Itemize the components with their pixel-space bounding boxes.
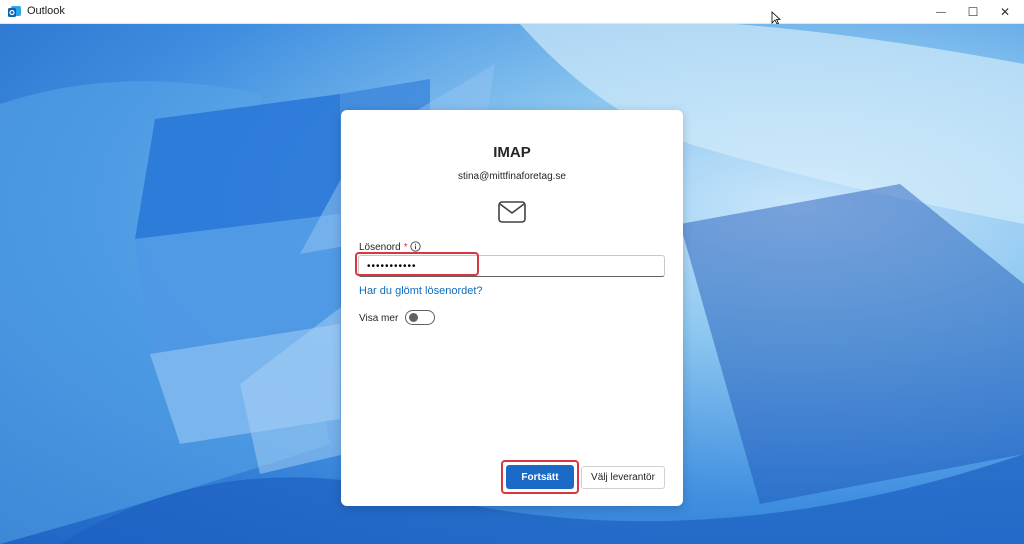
account-email: stina@mittfinaforetag.se — [458, 171, 566, 182]
outlook-app-icon — [8, 6, 21, 17]
show-more-label: Visa mer — [359, 313, 399, 324]
continue-highlight-box — [501, 460, 579, 494]
maximize-icon: ☐ — [967, 5, 979, 19]
mail-icon — [498, 201, 526, 223]
title-bar: Outlook — ☐ ✕ — [0, 0, 1024, 24]
mouse-cursor-icon — [771, 11, 781, 25]
dialog-title: IMAP — [493, 144, 531, 161]
maximize-button[interactable]: ☐ — [956, 0, 990, 24]
desktop-background: IMAP stina@mittfinaforetag.se Lösenord * … — [0, 24, 1024, 544]
password-highlight-box — [355, 252, 479, 276]
minimize-icon: — — [936, 6, 946, 18]
info-icon[interactable] — [410, 241, 421, 252]
toggle-knob — [409, 313, 418, 322]
close-icon: ✕ — [999, 5, 1011, 19]
minimize-button[interactable]: — — [924, 0, 958, 24]
choose-provider-button[interactable]: Välj leverantör — [581, 466, 665, 489]
app-title: Outlook — [27, 5, 65, 17]
close-window-button[interactable]: ✕ — [988, 0, 1022, 24]
show-more-toggle[interactable] — [405, 310, 435, 325]
forgot-password-link[interactable]: Har du glömt lösenordet? — [359, 285, 483, 297]
imap-sign-in-dialog: IMAP stina@mittfinaforetag.se Lösenord * … — [341, 110, 683, 506]
